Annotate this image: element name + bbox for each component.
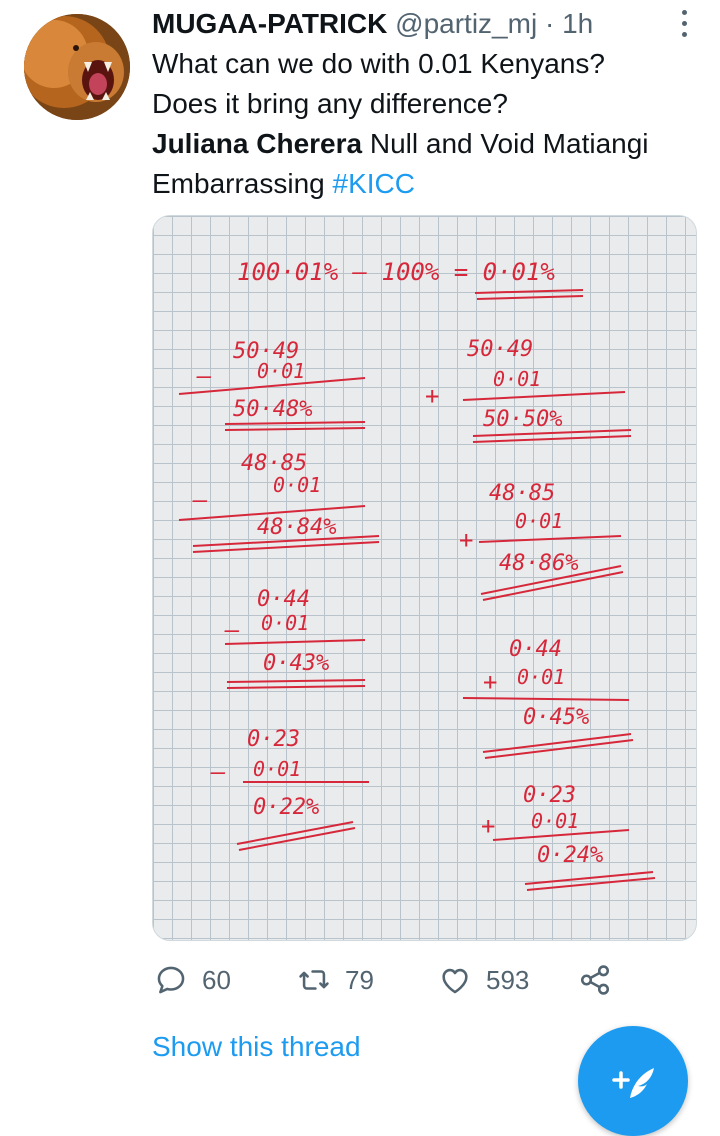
like-count: 593	[486, 964, 530, 995]
hashtag-link[interactable]: #KICC	[333, 168, 415, 199]
right-op-2: +	[459, 526, 473, 554]
timestamp[interactable]: 1h	[562, 8, 593, 39]
right-b-1: 0·01	[493, 367, 541, 391]
tweet-header: MUGAA-PATRICK @partiz_mj · 1h	[152, 4, 593, 44]
left-b-3: 0·01	[261, 611, 309, 635]
tweet-line-2: Does it bring any difference?	[152, 88, 508, 119]
compose-button[interactable]	[578, 1026, 688, 1136]
avatar[interactable]	[24, 14, 130, 120]
right-b-4: 0·01	[531, 809, 579, 833]
reply-icon	[157, 966, 185, 994]
left-r-4: 0·22%	[253, 795, 319, 820]
retweet-button[interactable]: 79	[297, 955, 374, 1005]
handle[interactable]: @partiz_mj	[395, 8, 537, 39]
left-a-4: 0·23	[247, 727, 300, 752]
left-b-1: 0·01	[257, 359, 305, 383]
left-op-4: –	[210, 758, 226, 786]
right-b-3: 0·01	[517, 665, 565, 689]
left-a-3: 0·44	[257, 587, 310, 612]
right-b-2: 0·01	[515, 509, 563, 533]
show-thread-link[interactable]: Show this thread	[152, 1027, 361, 1067]
left-r-1: 50·48%	[233, 397, 312, 422]
reply-button[interactable]: 60	[154, 955, 231, 1005]
tweet-text: What can we do with 0.01 Kenyans? Does i…	[152, 44, 697, 204]
right-a-2: 48·85	[489, 481, 555, 506]
right-a-1: 50·49	[467, 337, 533, 362]
right-r-2: 48·86%	[499, 551, 578, 576]
lion-avatar-icon	[24, 14, 130, 120]
right-r-3: 0·45%	[523, 705, 589, 730]
right-op-4: +	[481, 812, 495, 840]
compose-icon	[612, 1068, 654, 1098]
left-r-2: 48·84%	[257, 515, 336, 540]
header-equation: 100·01% – 100% = 0·01%	[237, 258, 555, 286]
share-button[interactable]	[578, 955, 626, 1005]
reply-count: 60	[202, 964, 231, 995]
display-name[interactable]: MUGAA-PATRICK	[152, 8, 387, 39]
tweet-line-1: What can we do with 0.01 Kenyans?	[152, 48, 605, 79]
left-op-1: –	[196, 362, 212, 390]
retweet-icon	[299, 970, 329, 990]
share-icon	[580, 965, 610, 995]
tweet-line-3: Juliana Cherera Null and Void Matiangi	[152, 124, 697, 164]
like-button[interactable]: 593	[438, 955, 529, 1005]
right-a-4: 0·23	[523, 783, 576, 808]
tweet-actions: 60 79 593	[154, 955, 624, 1005]
tweet-image[interactable]: 100·01% – 100% = 0·01% 50·49 – 0·01 50·4…	[152, 215, 697, 941]
tweet-line-4-text: Embarrassing	[152, 168, 333, 199]
right-op-1: +	[425, 382, 439, 410]
right-op-3: +	[483, 668, 497, 696]
like-icon	[442, 968, 468, 994]
right-a-3: 0·44	[509, 637, 562, 662]
left-op-2: –	[192, 486, 208, 514]
retweet-count: 79	[345, 964, 374, 995]
right-r-1: 50·50%	[483, 407, 562, 432]
handwriting-overlay: 100·01% – 100% = 0·01% 50·49 – 0·01 50·4…	[178, 258, 656, 891]
more-icon[interactable]	[680, 10, 688, 44]
left-b-4: 0·01	[253, 757, 301, 781]
left-b-2: 0·01	[273, 473, 321, 497]
separator: ·	[544, 8, 555, 39]
tweet-line-4: Embarrassing #KICC	[152, 164, 697, 204]
tweet-line-3-rest: Null and Void Matiangi	[362, 128, 649, 159]
right-r-4: 0·24%	[537, 843, 603, 868]
left-r-3: 0·43%	[263, 651, 329, 676]
left-op-3: –	[224, 616, 240, 644]
mention-bold: Juliana Cherera	[152, 128, 363, 159]
